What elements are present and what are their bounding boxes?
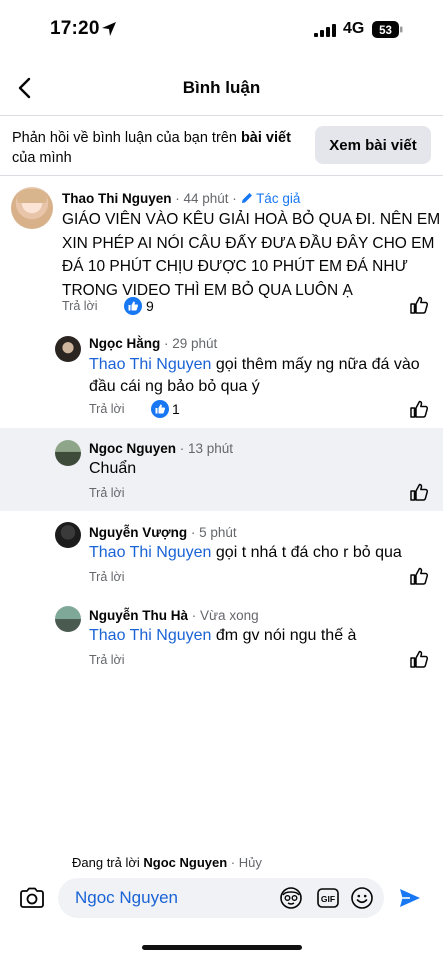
comment-header: Nguyễn Vượng · 5 phút <box>89 525 237 540</box>
network-type: 4G <box>343 20 365 37</box>
battery-icon: 53 <box>372 21 403 38</box>
reply-button[interactable]: Trả lời <box>62 299 98 313</box>
comment-line: XIN PHÉP AI NÓI CÂU ĐẤY ĐƯA ĐẦU ĐÂY CHO … <box>62 234 435 252</box>
comment-text: Chuẩn <box>89 460 137 477</box>
comment-separator: · <box>228 191 241 206</box>
emoji-icon[interactable] <box>350 886 374 910</box>
gif-label: GIF <box>321 894 335 904</box>
comment-time: 44 phút <box>183 191 229 206</box>
avatar[interactable] <box>55 606 81 632</box>
avatar[interactable] <box>55 440 81 466</box>
like-button-icon[interactable] <box>408 398 430 420</box>
avatar[interactable] <box>11 187 53 229</box>
comment-input-value[interactable]: Ngoc Nguyen <box>75 888 178 908</box>
like-button-icon[interactable] <box>408 648 430 670</box>
banner-text: Phản hồi về bình luận của bạn trên bài v… <box>12 128 308 168</box>
reply-button[interactable]: Trả lời <box>89 653 125 667</box>
like-button-icon[interactable] <box>408 294 430 316</box>
comment-author[interactable]: Thao Thi Nguyen <box>62 191 172 206</box>
replying-prefix: Đang trả lời <box>72 855 144 870</box>
comment-time: Vừa xong <box>200 608 259 623</box>
replying-target: Ngoc Nguyen <box>143 855 228 870</box>
comment-input[interactable]: Ngoc Nguyen GIF <box>58 878 384 918</box>
reaction-count[interactable]: 9 <box>146 298 154 314</box>
banner-text-start: Phản hồi về bình luận của bạn trên <box>12 130 241 146</box>
gif-icon[interactable]: GIF <box>316 886 340 910</box>
post-banner: Phản hồi về bình luận của bạn trên bài v… <box>0 116 443 176</box>
pencil-icon <box>241 193 252 203</box>
like-reaction-icon <box>151 400 169 418</box>
comment-text: Thao Thi Nguyen đm gv nói ngu thế à <box>89 625 356 647</box>
comment-author[interactable]: Nguyễn Vượng <box>89 525 187 540</box>
mention-link[interactable]: Thao Thi Nguyen <box>89 627 211 644</box>
page-title: Bình luận <box>182 78 261 97</box>
banner-text-end: của mình <box>12 150 72 166</box>
avatar-sticker-icon[interactable] <box>279 886 303 910</box>
author-badge-label: Tác giả <box>256 191 301 206</box>
comment-header: Nguyễn Thu Hà · Vừa xong <box>89 608 259 623</box>
comment-text: GIÁO VIÊN VÀO KÊU GIẢI HOÀ BỎ QUA ĐI. NÊ… <box>62 208 440 302</box>
comment-author[interactable]: Ngọc Hằng <box>89 336 160 351</box>
nav-bar: Bình luận <box>0 60 443 116</box>
comment-author[interactable]: Nguyễn Thu Hà <box>89 608 188 623</box>
reply-button[interactable]: Trả lời <box>89 570 125 584</box>
comment-text: Thao Thi Nguyen gọi thêm mấy ng nữa đá v… <box>89 354 420 398</box>
comment-text: Thao Thi Nguyen gọi t nhá t đá cho r bỏ … <box>89 542 402 564</box>
battery-level: 53 <box>379 25 392 37</box>
like-button-icon[interactable] <box>408 481 430 503</box>
comment-line: GIÁO VIÊN VÀO KÊU GIẢI HOÀ BỎ QUA ĐI. NÊ… <box>62 211 441 228</box>
comment-header: Ngọc Hằng · 29 phút <box>89 336 217 351</box>
comment-separator: · <box>171 191 184 206</box>
comment-separator: · <box>160 336 173 351</box>
location-arrow-icon <box>102 22 116 36</box>
comment-line: Thao Thi Nguyen gọi thêm mấy ng nữa đá v… <box>89 354 420 376</box>
comment-line-rest: đm gv nói ngu thế à <box>211 627 357 644</box>
comment-time: 5 phút <box>199 525 237 540</box>
comment-line: đầu cái ng bảo bỏ qua ý <box>89 378 260 395</box>
comment-line-rest: gọi thêm mấy ng nữa đá vào <box>211 356 420 373</box>
like-button-icon[interactable] <box>408 565 430 587</box>
reply-button[interactable]: Trả lời <box>89 486 125 500</box>
send-icon[interactable] <box>398 886 422 910</box>
status-bar: 17:20 4G 53 <box>0 0 443 60</box>
comment-header: Thao Thi Nguyen · 44 phút · Tác giả <box>62 191 300 206</box>
mention-link[interactable]: Thao Thi Nguyen <box>89 544 211 561</box>
signal-icon <box>314 24 336 37</box>
reply-button[interactable]: Trả lời <box>89 402 125 416</box>
comment-separator: · <box>188 608 201 623</box>
avatar[interactable] <box>55 336 81 362</box>
comment-separator: · <box>187 525 200 540</box>
mention-link[interactable]: Thao Thi Nguyen <box>89 356 211 373</box>
comment-line-rest: gọi t nhá t đá cho r bỏ qua <box>211 544 402 561</box>
home-indicator[interactable] <box>142 945 302 950</box>
banner-text-bold: bài viết <box>240 130 291 146</box>
comment-time: 13 phút <box>188 441 234 456</box>
camera-icon[interactable] <box>18 884 46 912</box>
comment-header: Ngoc Nguyen · 13 phút <box>89 441 233 456</box>
author-badge: Tác giả <box>241 191 301 206</box>
reaction-count[interactable]: 1 <box>172 401 180 417</box>
avatar[interactable] <box>55 522 81 548</box>
comment-line: TRONG VIDEO THÌ EM BỎ QUA LUÔN Ạ <box>62 281 353 299</box>
comment-time: 29 phút <box>172 336 218 351</box>
comment-line: ĐÁ 10 PHÚT CHỊU ĐƯỢC 10 PHÚT EM ĐÁ NHƯ <box>62 258 408 275</box>
replying-to-text: Đang trả lời Ngoc Nguyen · Hủy <box>72 855 262 870</box>
comment-separator: · <box>176 441 189 456</box>
like-reaction-icon <box>124 297 142 315</box>
view-post-button[interactable]: Xem bài viết <box>315 126 431 164</box>
comment-author[interactable]: Ngoc Nguyen <box>89 441 176 456</box>
cancel-reply-button[interactable]: Hủy <box>239 855 262 870</box>
replying-separator: · <box>227 855 239 870</box>
status-time: 17:20 <box>50 18 100 39</box>
